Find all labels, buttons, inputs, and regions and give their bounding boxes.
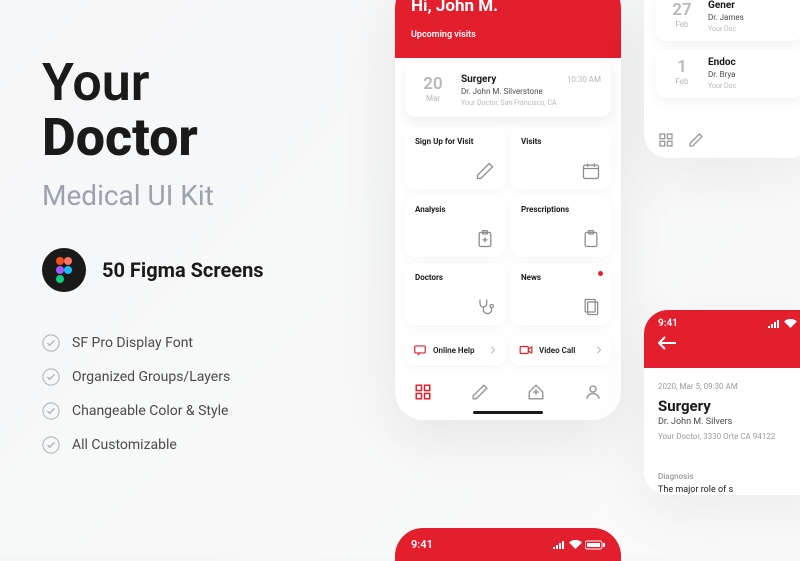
tile-visits[interactable]: Visits [511,127,611,189]
home-indicator [473,411,543,414]
phone-mockup-red-status: 9:41 [395,528,621,561]
visit-doctor: Dr. John M. Silverstone [461,87,601,96]
document-icon [581,297,601,317]
tab-add[interactable] [527,383,545,401]
tab-home[interactable] [658,132,674,148]
visit-day: 20 [415,74,451,94]
tile-analysis[interactable]: Analysis [405,195,505,257]
visit-month: Mar [415,94,451,103]
clipboard-icon [581,229,601,249]
figma-icon [42,248,86,292]
clipboard-plus-icon [475,229,495,249]
visit-meta: 2020, Mar 5, 09:30 AM [658,382,800,391]
title-line-1: Your [42,56,372,111]
stethoscope-icon [475,297,495,317]
diagnosis-text: The major role of s [658,485,800,495]
check-icon [42,368,60,386]
tab-edit[interactable] [471,383,489,401]
notification-dot [598,271,603,276]
phone-mockup-home: Hi, John M. Upcoming visits 20 Mar Surge… [395,0,621,420]
phone-mockup-detail: 9:41 2020, Mar 5, 09:30 AM Surgery Dr. J… [644,310,800,495]
diagnosis-section-label: Diagnosis [658,472,800,481]
visit-title: Surgery [461,74,496,85]
figma-screens-count: 50 Figma Screens [102,258,264,282]
tile-news[interactable]: News [511,263,611,325]
visit-title: Surgery [658,397,800,415]
title-line-2: Doctor [42,111,372,166]
visit-card[interactable]: 20 Mar Surgery 10:30 AM Dr. John M. Silv… [405,64,611,117]
check-icon [42,436,60,454]
visit-location: Your Doctor, 3330 Orte CA 94122 [658,431,800,442]
tab-profile[interactable] [584,383,602,401]
tab-edit[interactable] [688,132,704,148]
chevron-right-icon [489,346,497,354]
calendar-icon [581,161,601,181]
chat-icon [413,343,427,357]
check-icon [42,402,60,420]
tile-signup[interactable]: Sign Up for Visit [405,127,505,189]
tab-home[interactable] [414,383,432,401]
video-call-button[interactable]: Video Call [511,335,611,365]
subtitle: Medical UI Kit [42,179,372,212]
tile-prescriptions[interactable]: Prescriptions [511,195,611,257]
status-time: 9:41 [658,318,678,329]
feature-label: Changeable Color & Style [72,403,228,419]
back-arrow-icon[interactable] [658,336,676,350]
video-icon [519,343,533,357]
greeting-text: Hi, John M. [411,0,605,16]
feature-label: SF Pro Display Font [72,335,193,351]
list-item[interactable]: 1Feb EndocDr. BryaYour Doc [656,49,800,98]
status-icons [552,540,605,550]
visit-time: 10:30 AM [567,75,601,84]
online-help-button[interactable]: Online Help [405,335,505,365]
feature-label: Organized Groups/Layers [72,369,230,385]
check-icon [42,334,60,352]
feature-label: All Customizable [72,437,177,453]
chevron-right-icon [595,346,603,354]
pencil-icon [475,161,495,181]
phone-mockup-list: 27Feb GenerDr. JamesYour Doc 1Feb EndocD… [644,0,800,158]
tile-doctors[interactable]: Doctors [405,263,505,325]
visit-location: Your Doctor, San Francisco, CA [461,99,601,107]
visit-doctor: Dr. John M. Silvers [658,417,800,427]
upcoming-visits-label: Upcoming visits [411,30,605,40]
status-icons [767,319,800,329]
list-item[interactable]: 27Feb GenerDr. JamesYour Doc [656,0,800,41]
status-time: 9:41 [411,538,433,551]
